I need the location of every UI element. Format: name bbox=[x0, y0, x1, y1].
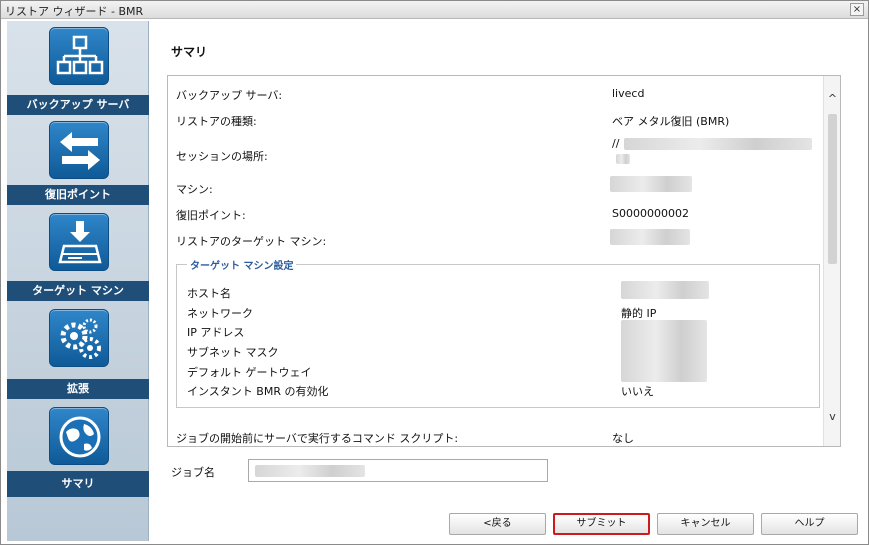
subnet-mask-label: サブネット マスク bbox=[187, 346, 279, 359]
summary-panel[interactable]: バックアップ サーバ: livecd リストアの種類: ベア メタル復旧 (BM… bbox=[167, 75, 841, 447]
instant-bmr-label: インスタント BMR の有効化 bbox=[187, 385, 329, 398]
sidebar-step-label: サマリ bbox=[7, 471, 149, 497]
job-name-input[interactable] bbox=[248, 459, 548, 482]
recovery-point-value: S0000000002 bbox=[612, 207, 689, 220]
back-button[interactable]: <戻る bbox=[449, 513, 546, 535]
download-drive-icon bbox=[49, 213, 109, 271]
redacted-session-path-2 bbox=[616, 154, 630, 164]
globe-icon bbox=[49, 407, 109, 465]
network-label: ネットワーク bbox=[187, 307, 253, 320]
redacted-target-machine bbox=[610, 229, 690, 245]
instant-bmr-value: いいえ bbox=[621, 385, 654, 398]
title-bar: リストア ウィザード - BMR × bbox=[1, 1, 868, 19]
restore-wizard-window: リストア ウィザード - BMR × バックアップ サーバ 復旧ポイント ターゲ… bbox=[0, 0, 869, 545]
target-machine-label: リストアのターゲット マシン: bbox=[176, 235, 327, 248]
scroll-down-icon[interactable]: v bbox=[824, 410, 840, 427]
sidebar-step-label: ターゲット マシン bbox=[7, 281, 149, 301]
ip-address-label: IP アドレス bbox=[187, 326, 245, 339]
restore-type-value: ベア メタル復旧 (BMR) bbox=[612, 115, 730, 128]
help-button[interactable]: ヘルプ bbox=[761, 513, 858, 535]
pre-script-value: なし bbox=[612, 432, 634, 445]
recovery-point-label: 復旧ポイント: bbox=[176, 209, 246, 222]
gears-icon bbox=[49, 309, 109, 367]
scroll-up-icon[interactable]: ^ bbox=[824, 92, 840, 109]
session-location-value: // bbox=[612, 137, 620, 150]
pre-script-label: ジョブの開始前にサーバで実行するコマンド スクリプト: bbox=[176, 432, 459, 445]
session-location-label: セッションの場所: bbox=[176, 150, 268, 163]
close-icon[interactable]: × bbox=[850, 3, 864, 16]
redacted-machine-value bbox=[610, 176, 692, 192]
redacted-job-name bbox=[255, 465, 365, 477]
redacted-session-path bbox=[624, 138, 812, 150]
target-settings-group: ターゲット マシン設定 ホスト名 ネットワーク 静的 IP IP アドレス サブ… bbox=[176, 257, 820, 408]
summary-scrollbar[interactable]: ^ v bbox=[823, 76, 840, 446]
scrollbar-thumb[interactable] bbox=[828, 114, 837, 264]
job-name-label: ジョブ名 bbox=[171, 466, 215, 479]
submit-button[interactable]: サブミット bbox=[553, 513, 650, 535]
backup-server-label: バックアップ サーバ: bbox=[176, 89, 283, 102]
window-title: リストア ウィザード - BMR bbox=[5, 5, 144, 18]
cancel-button[interactable]: キャンセル bbox=[657, 513, 754, 535]
redacted-network-values bbox=[621, 320, 707, 382]
sidebar-step-label: バックアップ サーバ bbox=[7, 95, 149, 115]
backup-server-value: livecd bbox=[612, 87, 645, 100]
redacted-hostname bbox=[621, 281, 709, 299]
arrows-exchange-icon bbox=[49, 121, 109, 179]
network-tree-icon bbox=[49, 27, 109, 85]
page-title: サマリ bbox=[171, 45, 208, 59]
sidebar-step-label: 復旧ポイント bbox=[7, 185, 149, 205]
network-value: 静的 IP bbox=[621, 307, 657, 320]
target-settings-legend: ターゲット マシン設定 bbox=[187, 257, 297, 272]
default-gateway-label: デフォルト ゲートウェイ bbox=[187, 366, 312, 379]
wizard-steps-sidebar: バックアップ サーバ 復旧ポイント ターゲット マシン 拡張 サマリ bbox=[7, 21, 149, 541]
sidebar-step-label: 拡張 bbox=[7, 379, 149, 399]
hostname-label: ホスト名 bbox=[187, 287, 231, 300]
machine-label: マシン: bbox=[176, 183, 213, 196]
restore-type-label: リストアの種類: bbox=[176, 115, 257, 128]
